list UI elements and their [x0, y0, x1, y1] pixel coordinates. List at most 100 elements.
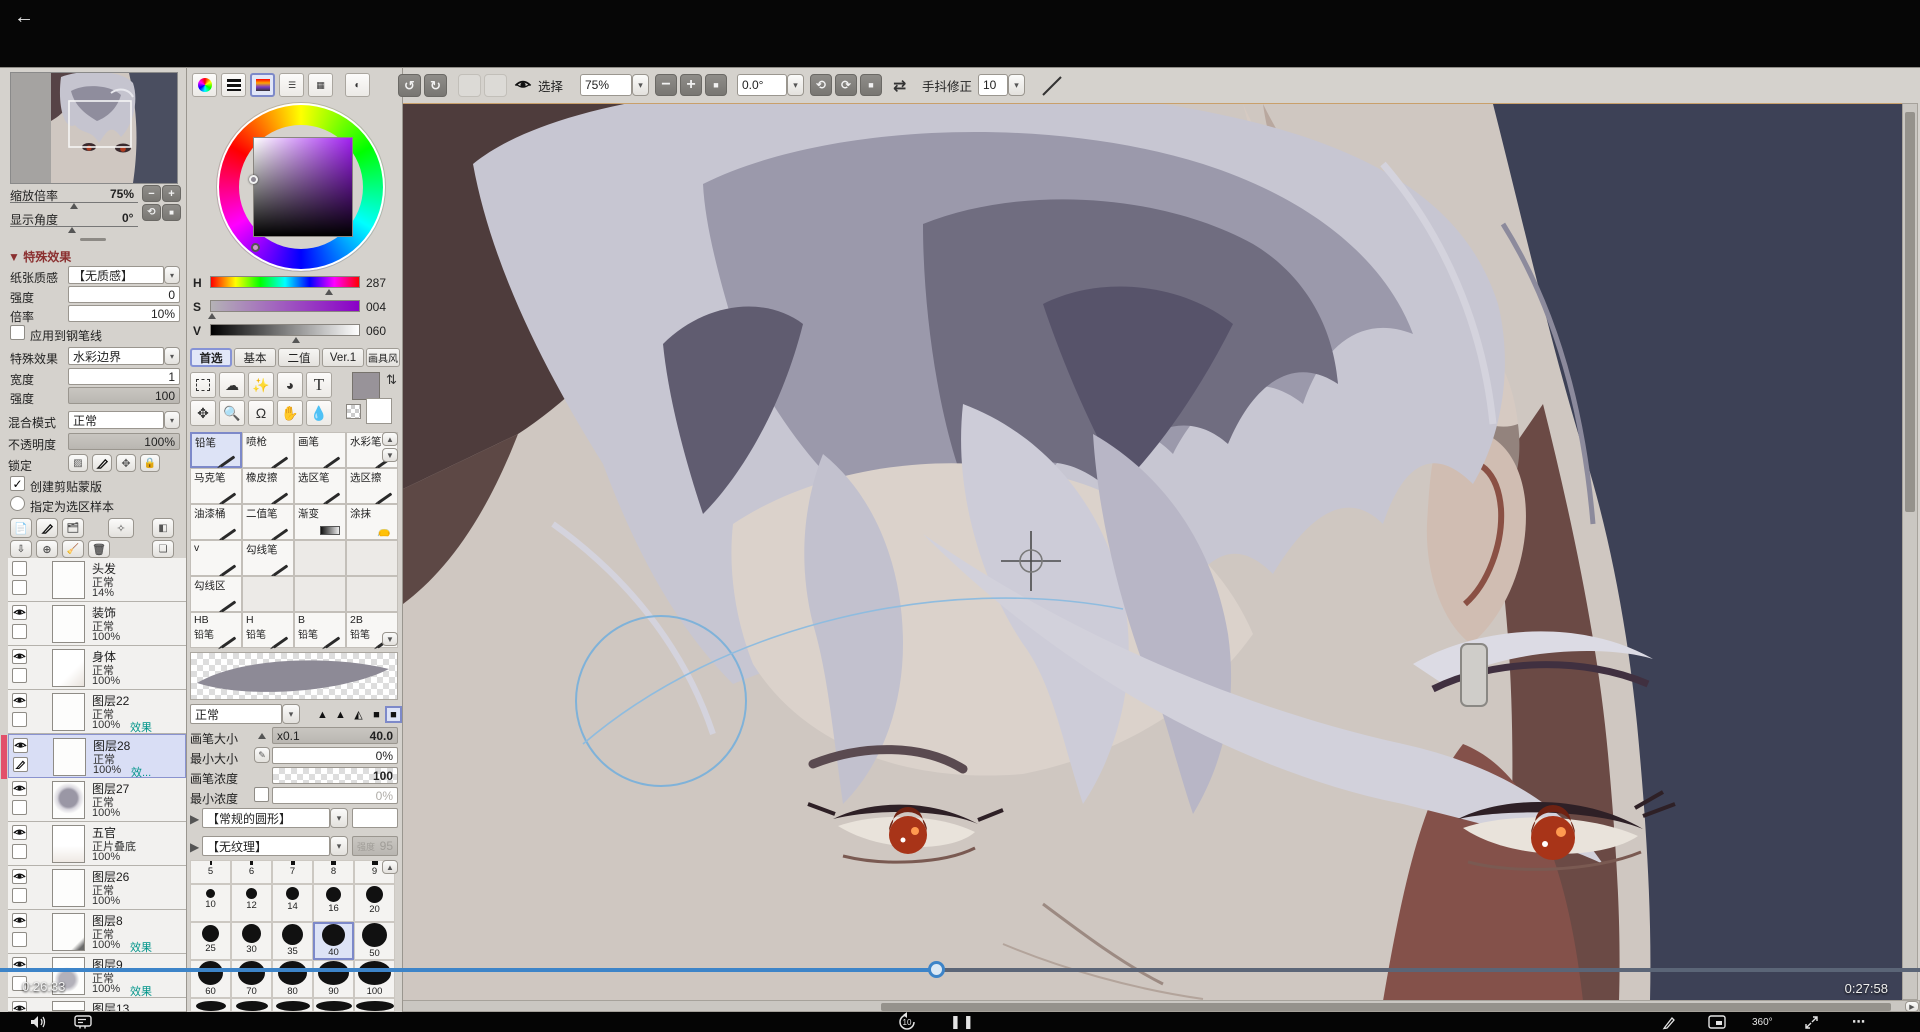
new-layer-set-button[interactable]: 🗂 [62, 518, 84, 538]
rotate-ccw-button[interactable]: ⟲ [810, 74, 832, 96]
size-50[interactable]: 50 [354, 922, 395, 960]
brush-shape-square[interactable]: ■ [368, 706, 385, 723]
brush-pencil[interactable]: 铅笔 [190, 432, 242, 468]
panel-splitter[interactable] [80, 238, 106, 241]
volume-icon[interactable] [30, 1012, 48, 1032]
brush-bucket[interactable]: 油漆桶 [190, 504, 242, 540]
blend-mode-dropdown[interactable]: ▾ [164, 411, 180, 429]
size-300-clipped[interactable] [354, 998, 395, 1012]
brush-selection-pen[interactable]: 选区笔 [294, 468, 346, 504]
brush-slot-empty[interactable] [294, 540, 346, 576]
color-bars-mode-icon[interactable] [221, 73, 246, 97]
new-layer-button[interactable]: 📄 [10, 518, 32, 538]
brush-shape-preset-dropdown[interactable]: ▾ [330, 808, 348, 828]
paper-ratio-input[interactable]: 10% [68, 305, 180, 322]
size-120-clipped[interactable] [190, 998, 231, 1012]
size-250-clipped[interactable] [313, 998, 354, 1012]
size-25[interactable]: 25 [190, 922, 231, 960]
layer-visibility-checkbox[interactable] [12, 869, 27, 884]
color-mixer-mode-icon[interactable]: ☰ [279, 73, 304, 97]
size-tick-6[interactable]: 6 [231, 860, 272, 884]
brush-texture-preset-select[interactable]: 【无纹理】 [202, 836, 330, 856]
apply-to-pen-checkbox[interactable] [10, 325, 25, 340]
lock-paint-button[interactable] [92, 454, 112, 472]
danmaku-icon[interactable] [74, 1012, 92, 1032]
layer-extra-checkbox[interactable] [12, 712, 27, 727]
angle-value-box[interactable]: 0.0° [737, 74, 787, 96]
density-slider[interactable]: 100 [272, 767, 398, 784]
delete-layer-button[interactable]: 🗑 [88, 540, 110, 558]
layer-row-26[interactable]: 图层26 正常 100% [8, 866, 186, 910]
brush-eraser[interactable]: 橡皮擦 [242, 468, 294, 504]
blend-mode-select[interactable]: 正常 [68, 411, 164, 429]
brush-v[interactable]: v [190, 540, 242, 576]
layer-paint-checkbox[interactable] [13, 757, 28, 772]
layer-row-deco[interactable]: 装饰 正常 100% [8, 602, 186, 646]
clear-layer-button[interactable]: 🧹 [62, 540, 84, 558]
flip-horizontal-icon[interactable]: ⇄ [893, 76, 906, 96]
selection-pen-tool-icon[interactable]: ◕ [277, 372, 303, 398]
brush-smudge[interactable]: 涂抹👝 [346, 504, 398, 540]
val-slider-marker[interactable] [292, 337, 300, 343]
layer-visibility-checkbox[interactable] [12, 1001, 27, 1012]
brush-b-pencil[interactable]: B铅笔 [294, 612, 346, 648]
stabilizer-value-box[interactable]: 10 [978, 74, 1008, 96]
ruler-tool-button[interactable]: ✧ [108, 518, 134, 538]
sv-square[interactable] [253, 137, 353, 237]
layer-extra-checkbox[interactable] [12, 888, 27, 903]
canvas-vertical-scrollbar[interactable] [1902, 103, 1918, 1000]
layer-menu-button[interactable]: ❏ [152, 540, 174, 558]
nav-zoom-reset-button[interactable]: ■ [162, 204, 181, 221]
canvas-viewport[interactable] [402, 103, 1902, 1000]
layer-row-27[interactable]: 图层27 正常 100% [8, 778, 186, 822]
brush-slot-empty[interactable] [346, 576, 398, 612]
layer-visibility-checkbox[interactable] [12, 561, 27, 576]
brush-scroll-bottom-button[interactable]: ▼ [382, 632, 398, 646]
brush-size-dropdown-marker[interactable] [258, 733, 266, 739]
new-pen-layer-button[interactable] [36, 518, 58, 538]
size-200-clipped[interactable] [272, 998, 313, 1012]
hand-tool-icon[interactable]: ✋ [277, 400, 303, 426]
brush-slot-empty[interactable] [294, 576, 346, 612]
color-swatches-mode-icon[interactable]: ▦ [308, 73, 333, 97]
marquee-tool-icon[interactable] [190, 372, 216, 398]
brush-selection-eraser[interactable]: 选区擦 [346, 468, 398, 504]
line-tool-icon[interactable] [1040, 74, 1064, 98]
brush-hb-pencil[interactable]: HB铅笔 [190, 612, 242, 648]
size-35[interactable]: 35 [272, 922, 313, 960]
tab-binary[interactable]: 二值 [278, 348, 320, 367]
brush-shape-triangle1[interactable]: ▲ [314, 706, 331, 723]
primary-color-swatch[interactable] [352, 372, 380, 400]
subtitle-icon[interactable] [1708, 1012, 1726, 1032]
layer-row-13[interactable]: 图层13 [8, 998, 186, 1012]
size-150-clipped[interactable] [231, 998, 272, 1012]
paper-texture-dropdown[interactable]: ▾ [164, 266, 180, 284]
paper-strength-input[interactable]: 0 [68, 286, 180, 303]
layer-visibility-checkbox[interactable] [12, 825, 27, 840]
pause-button[interactable]: ❚❚ [950, 1012, 976, 1032]
effects-header[interactable]: ▼ 特殊效果 [8, 248, 71, 265]
brush-size-slider[interactable]: x0.1 40.0 [272, 727, 398, 744]
nav-zoom-out-button[interactable]: − [142, 185, 161, 202]
opacity-slider[interactable]: 100% [68, 433, 180, 450]
val-slider[interactable] [210, 324, 360, 336]
size-80[interactable]: 80 [272, 960, 313, 998]
vertical-scrollbar-thumb[interactable] [1905, 112, 1915, 512]
min-size-pen-icon[interactable]: ✎ [254, 747, 270, 763]
special-effect-dropdown[interactable]: ▾ [164, 347, 180, 365]
brush-gradient[interactable]: 渐变 [294, 504, 346, 540]
color-sliders-mode-icon[interactable] [250, 73, 275, 97]
resize-window-icon[interactable] [1804, 1012, 1819, 1032]
color-options-button[interactable]: ◐ [345, 73, 370, 97]
min-size-input[interactable]: 0% [272, 747, 398, 764]
brush-shape-round[interactable]: ◭ [350, 706, 367, 723]
brush-binary-pen[interactable]: 二值笔 [242, 504, 294, 540]
transfer-down-button[interactable]: ⇩ [10, 540, 32, 558]
nav-zoom-in-button[interactable]: + [162, 185, 181, 202]
brush-airbrush[interactable]: 喷枪 [242, 432, 294, 468]
zoom-tool-icon[interactable]: 🔍 [219, 400, 245, 426]
layer-extra-checkbox[interactable] [12, 932, 27, 947]
swap-colors-icon[interactable]: ⇅ [386, 372, 397, 388]
brush-scroll-up-button[interactable]: ▲ [382, 432, 398, 446]
size-16[interactable]: 16 [313, 884, 354, 922]
